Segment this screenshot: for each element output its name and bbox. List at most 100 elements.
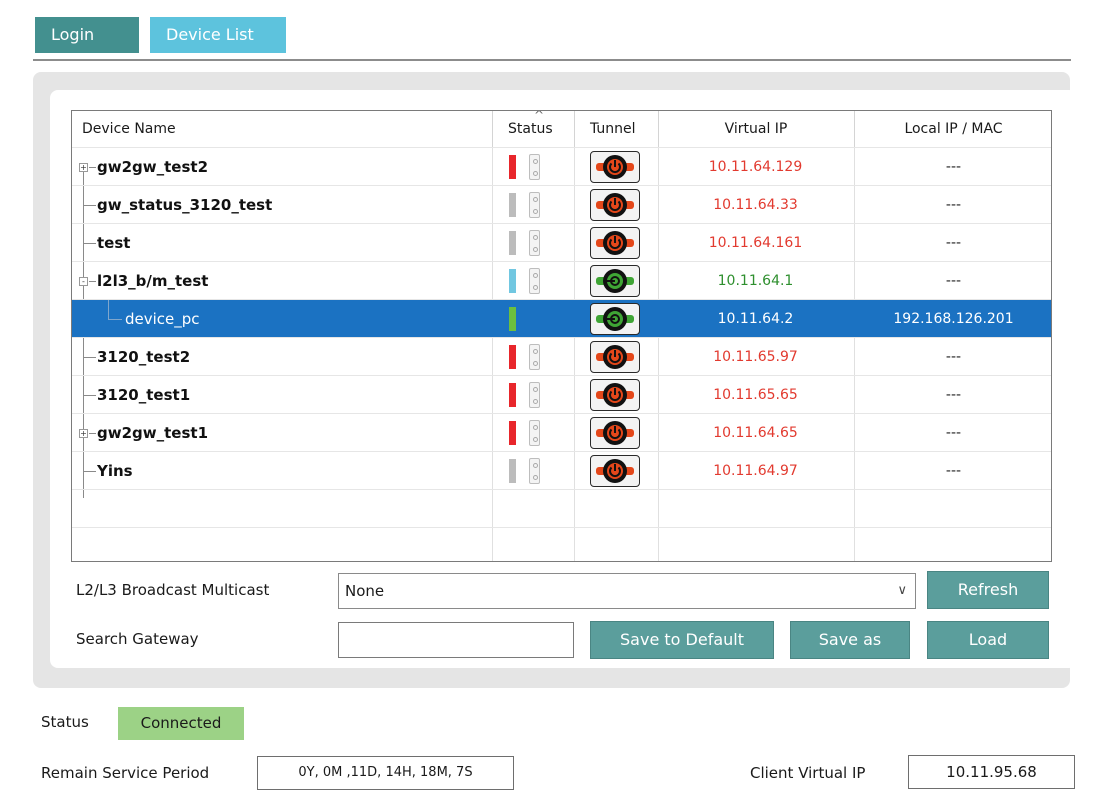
tunnel-off-icon	[596, 383, 634, 407]
local-ip-mac: ---	[945, 463, 962, 479]
column-header-device-name[interactable]: Device Name	[82, 111, 176, 147]
status-bar	[509, 383, 516, 407]
remain-service-period-label: Remain Service Period	[41, 764, 210, 782]
search-gateway-label: Search Gateway	[76, 630, 199, 648]
status-bar	[509, 193, 516, 217]
save-as-button[interactable]: Save as	[790, 621, 910, 659]
device-row[interactable]: Yins 10.11.64.97 ---	[72, 452, 1051, 490]
tunnel-toggle-button[interactable]	[590, 151, 640, 183]
local-ip-mac: ---	[945, 197, 962, 213]
status-light-icon	[529, 420, 540, 446]
column-header-status[interactable]: Status	[508, 111, 553, 147]
local-ip-mac: 192.168.126.201	[893, 311, 1014, 327]
local-ip-mac: ---	[945, 273, 962, 289]
expand-icon[interactable]: +	[79, 429, 88, 438]
refresh-button[interactable]: Refresh	[927, 571, 1049, 609]
header-divider	[574, 111, 575, 147]
tree-line	[84, 357, 96, 358]
device-row[interactable]: 3120_test2 10.11.65.97 ---	[72, 338, 1051, 376]
virtual-ip: 10.11.64.2	[717, 311, 794, 327]
status-label: Status	[41, 713, 89, 731]
status-bar	[509, 307, 516, 331]
load-button[interactable]: Load	[927, 621, 1049, 659]
client-virtual-ip-label: Client Virtual IP	[750, 764, 866, 782]
tunnel-off-icon	[596, 155, 634, 179]
column-header-tunnel[interactable]: Tunnel	[590, 111, 636, 147]
save-to-default-button[interactable]: Save to Default	[590, 621, 774, 659]
status-bar	[509, 345, 516, 369]
tunnel-toggle-button[interactable]	[590, 455, 640, 487]
local-ip-mac: ---	[945, 159, 962, 175]
device-row[interactable]: + gw2gw_test1 10.11.64.65 ---	[72, 414, 1051, 452]
tunnel-toggle-button[interactable]	[590, 265, 640, 297]
virtual-ip: 10.11.65.65	[713, 387, 798, 403]
device-row[interactable]: gw_status_3120_test 10.11.64.33 ---	[72, 186, 1051, 224]
status-light-icon	[529, 458, 540, 484]
local-ip-mac: ---	[945, 349, 962, 365]
broadcast-multicast-select[interactable]: None ∨	[338, 573, 916, 609]
status-bar	[509, 155, 516, 179]
tunnel-off-icon	[596, 193, 634, 217]
header-divider	[854, 111, 855, 147]
tunnel-on-icon	[596, 269, 634, 293]
tab-divider	[33, 59, 1071, 61]
tunnel-toggle-button[interactable]	[590, 189, 640, 221]
tunnel-off-icon	[596, 421, 634, 445]
status-bar	[509, 421, 516, 445]
status-light-icon	[529, 154, 540, 180]
device-row[interactable]: + gw2gw_test2 10.11.64.129 ---	[72, 148, 1051, 186]
column-header-virtual-ip[interactable]: Virtual IP	[658, 111, 854, 147]
chevron-down-icon[interactable]: ∨	[897, 574, 907, 608]
status-light-icon	[529, 230, 540, 256]
device-name: gw2gw_test2	[97, 158, 209, 176]
column-header-local-ip-mac[interactable]: Local IP / MAC	[854, 111, 1051, 147]
broadcast-multicast-label: L2/L3 Broadcast Multicast	[76, 581, 270, 599]
tunnel-toggle-button[interactable]	[590, 227, 640, 259]
status-light-icon	[529, 382, 540, 408]
tunnel-toggle-button[interactable]	[590, 303, 640, 335]
device-name: 3120_test1	[97, 386, 191, 404]
virtual-ip: 10.11.64.1	[717, 273, 794, 289]
tree-line	[84, 205, 96, 206]
tunnel-toggle-button[interactable]	[590, 341, 640, 373]
tunnel-off-icon	[596, 345, 634, 369]
tree-line	[89, 433, 96, 434]
tunnel-toggle-button[interactable]	[590, 379, 640, 411]
virtual-ip: 10.11.65.97	[713, 349, 798, 365]
tunnel-on-icon	[596, 307, 634, 331]
device-row[interactable]: - l2l3_b/m_test 10.11.64.1 ---	[72, 262, 1051, 300]
local-ip-mac: ---	[945, 387, 962, 403]
tree-line	[89, 167, 96, 168]
connection-status-badge: Connected	[118, 707, 244, 740]
tab-login[interactable]: Login	[35, 17, 139, 53]
device-grid[interactable]: Device Name Status ^ Tunnel Virtual IP L…	[71, 110, 1052, 562]
expand-icon[interactable]: +	[79, 163, 88, 172]
device-name: device_pc	[125, 310, 200, 328]
status-light-icon	[529, 192, 540, 218]
header-divider	[658, 111, 659, 147]
device-name: l2l3_b/m_test	[97, 272, 209, 290]
device-row-selected[interactable]: device_pc 10.11.64.2 192.168.126.201	[72, 300, 1051, 338]
tree-line	[84, 471, 96, 472]
sort-ascending-icon: ^	[534, 110, 545, 122]
virtual-ip: 10.11.64.97	[713, 463, 798, 479]
tunnel-off-icon	[596, 231, 634, 255]
empty-row	[72, 528, 1051, 561]
tunnel-toggle-button[interactable]	[590, 417, 640, 449]
virtual-ip: 10.11.64.65	[713, 425, 798, 441]
device-name: gw2gw_test1	[97, 424, 209, 442]
collapse-icon[interactable]: -	[79, 277, 88, 286]
status-bar	[509, 459, 516, 483]
remain-service-period-value: 0Y, 0M ,11D, 14H, 18M, 7S	[257, 756, 514, 790]
virtual-ip: 10.11.64.33	[713, 197, 798, 213]
device-row[interactable]: 3120_test1 10.11.65.65 ---	[72, 376, 1051, 414]
search-gateway-input[interactable]	[338, 622, 574, 658]
virtual-ip: 10.11.64.129	[708, 159, 803, 175]
device-row[interactable]: test 10.11.64.161 ---	[72, 224, 1051, 262]
status-bar	[509, 269, 516, 293]
tree-line	[108, 300, 109, 319]
broadcast-multicast-value: None	[345, 582, 385, 600]
header-divider	[492, 111, 493, 147]
tab-device-list[interactable]: Device List	[150, 17, 286, 53]
virtual-ip: 10.11.64.161	[708, 235, 803, 251]
